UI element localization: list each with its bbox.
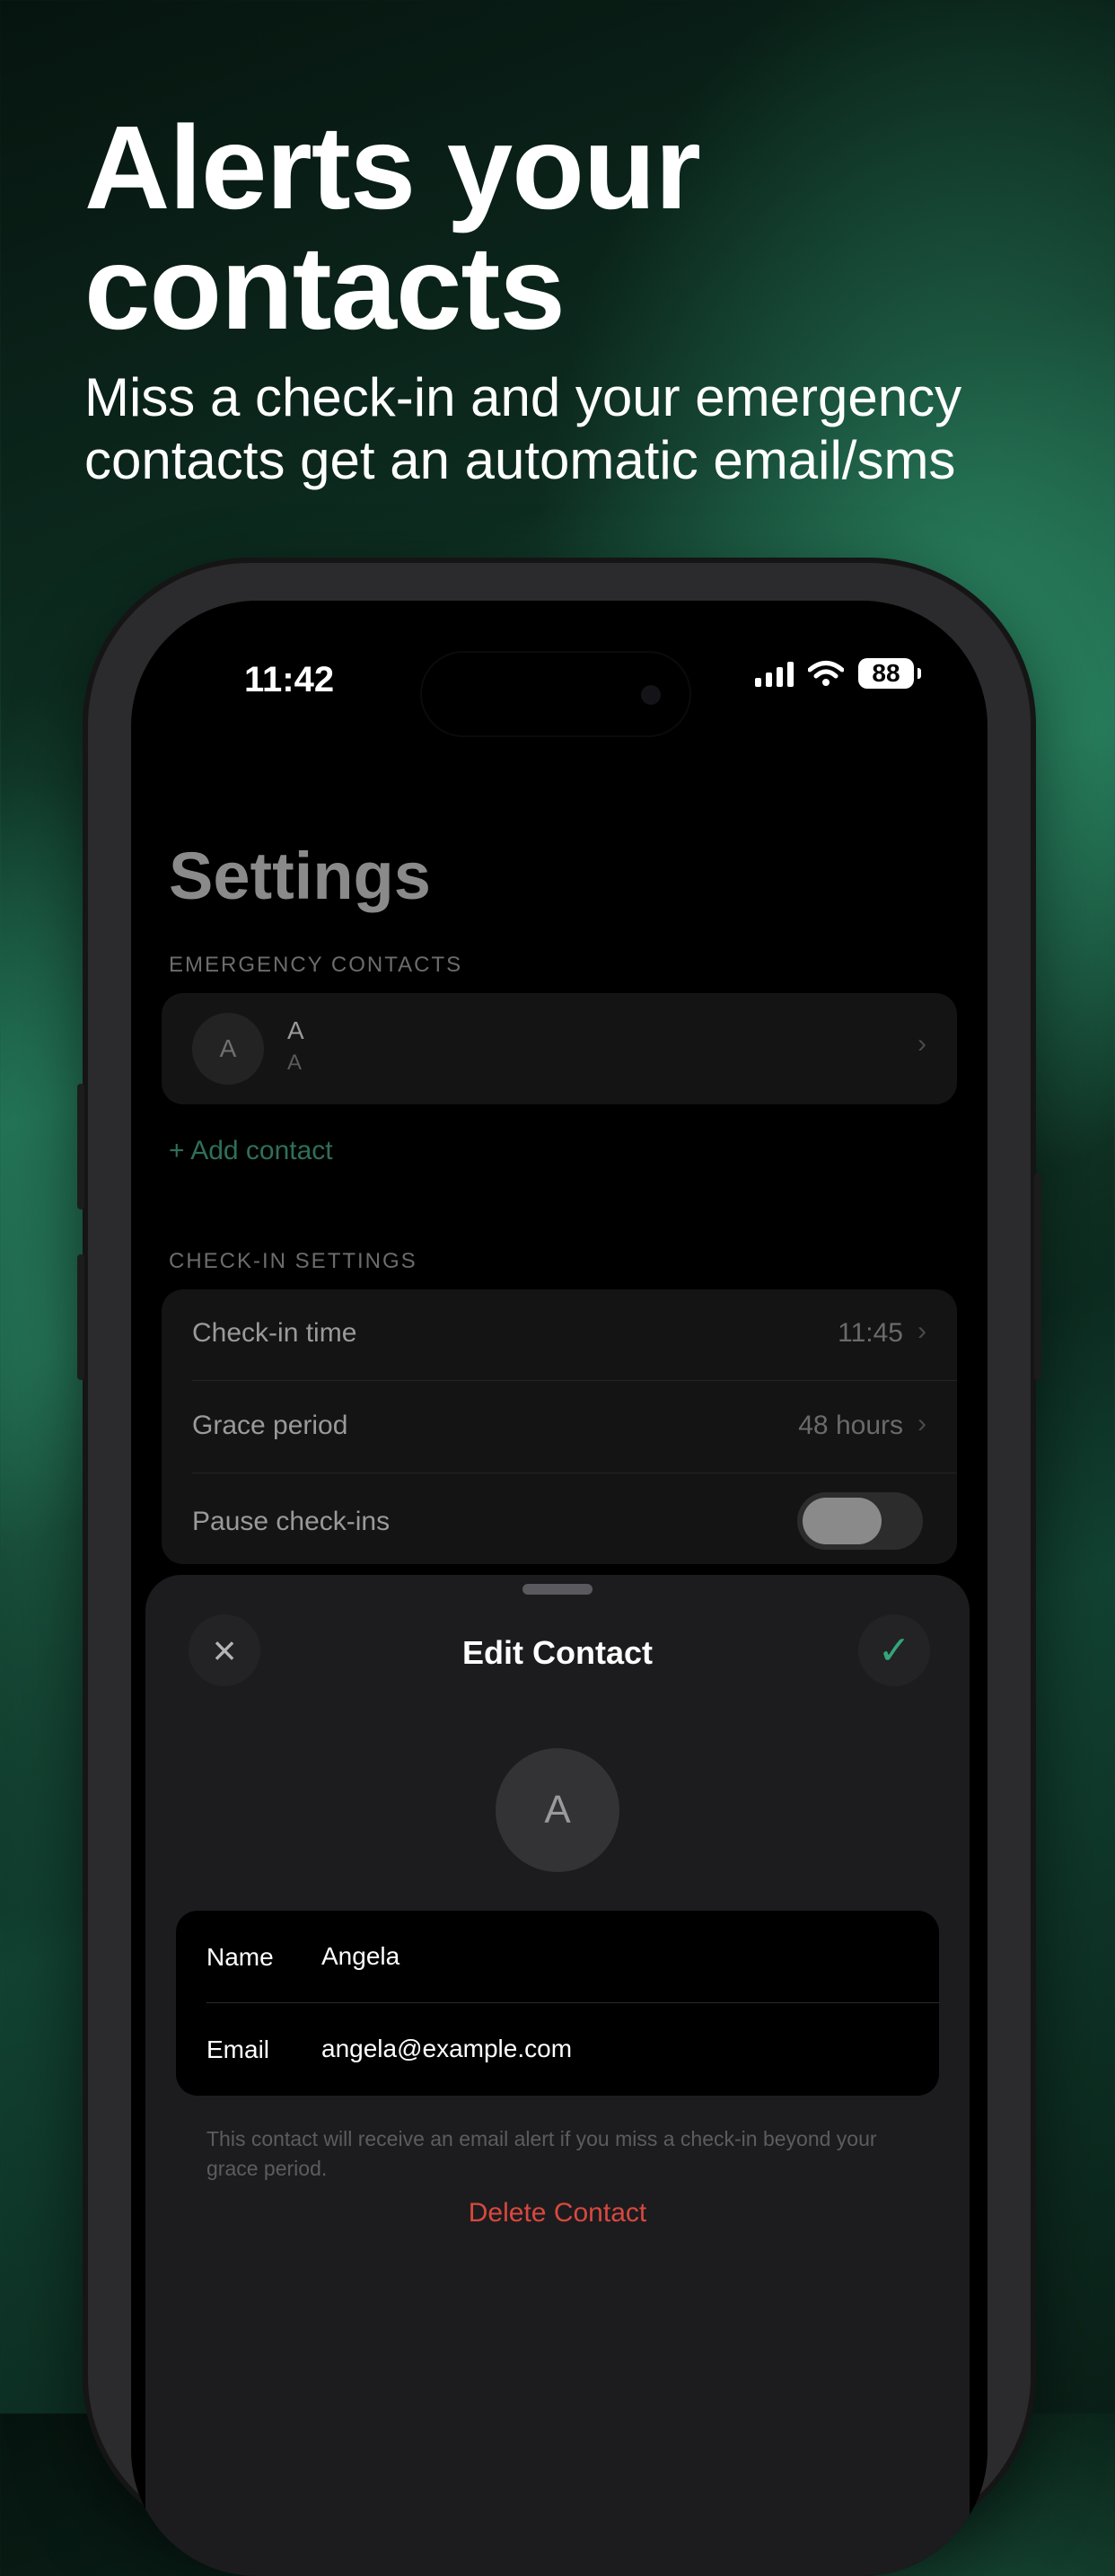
avatar-initial: A <box>544 1788 571 1832</box>
add-contact-button[interactable]: + Add contact <box>169 1136 333 1166</box>
subline: Miss a check-in and your emergency conta… <box>84 367 962 490</box>
row-pause-checkins: Pause check-ins <box>162 1474 957 1575</box>
checkin-settings-card: Check-in time 11:45 › Grace period 48 ho… <box>162 1289 957 1564</box>
plus-icon: + <box>169 1136 191 1165</box>
save-button[interactable]: ✓ <box>858 1614 930 1686</box>
contact-list-item[interactable]: A A A › <box>162 993 957 1104</box>
chevron-right-icon: › <box>917 1029 926 1059</box>
row-label: Pause check-ins <box>192 1507 391 1536</box>
chevron-right-icon: › <box>917 1316 926 1346</box>
sheet-grabber[interactable] <box>522 1584 593 1595</box>
add-contact-label: Add contact <box>190 1136 333 1165</box>
row-value: 48 hours <box>798 1411 903 1440</box>
row-checkin-time[interactable]: Check-in time 11:45 › <box>162 1289 957 1381</box>
section-label-emergency: EMERGENCY CONTACTS <box>169 953 463 977</box>
phone-screen: 11:42 88 Settings EMERGENCY CONTACTS A A… <box>131 601 988 2576</box>
headline-line-2: contacts <box>84 222 566 354</box>
row-grace-period[interactable]: Grace period 48 hours › <box>162 1382 957 1473</box>
pause-toggle[interactable] <box>797 1492 923 1550</box>
avatar: A <box>192 1013 264 1085</box>
side-button <box>77 1084 84 1209</box>
divider <box>192 1380 957 1381</box>
phone-frame: 11:42 88 Settings EMERGENCY CONTACTS A A… <box>77 563 1041 2576</box>
headline: Alerts your contacts <box>84 101 701 354</box>
row-label: Grace period <box>192 1411 348 1440</box>
name-row: Name <box>176 1911 939 2003</box>
page-title: Settings <box>169 839 431 913</box>
contact-form: Name Email <box>176 1911 939 2096</box>
checkmark-icon: ✓ <box>877 1628 911 1673</box>
email-field[interactable] <box>321 2028 905 2070</box>
avatar: A <box>496 1748 619 1872</box>
headline-line-1: Alerts your <box>84 101 701 233</box>
sheet-title: Edit Contact <box>462 1634 653 1671</box>
avatar-initial: A <box>219 1034 237 1062</box>
name-label: Name <box>206 1943 274 1971</box>
help-text: This contact will receive an email alert… <box>206 2127 877 2180</box>
side-button <box>1034 1174 1041 1380</box>
delete-contact-button[interactable]: Delete Contact <box>145 2198 970 2229</box>
contact-name: A <box>287 1016 304 1044</box>
contact-subtitle: A <box>287 1051 303 1075</box>
section-label-checkin: CHECK-IN SETTINGS <box>169 1249 417 1273</box>
name-field[interactable] <box>321 1936 905 1977</box>
edit-contact-sheet: × Edit Contact ✓ A Name Email This conta… <box>145 1575 970 2576</box>
row-label: Check-in time <box>192 1318 357 1348</box>
row-value: 11:45 <box>838 1318 903 1348</box>
email-label: Email <box>206 2035 270 2063</box>
toggle-knob <box>803 1498 882 1544</box>
email-row: Email <box>176 2003 939 2096</box>
chevron-right-icon: › <box>917 1409 926 1438</box>
side-button <box>77 1254 84 1380</box>
